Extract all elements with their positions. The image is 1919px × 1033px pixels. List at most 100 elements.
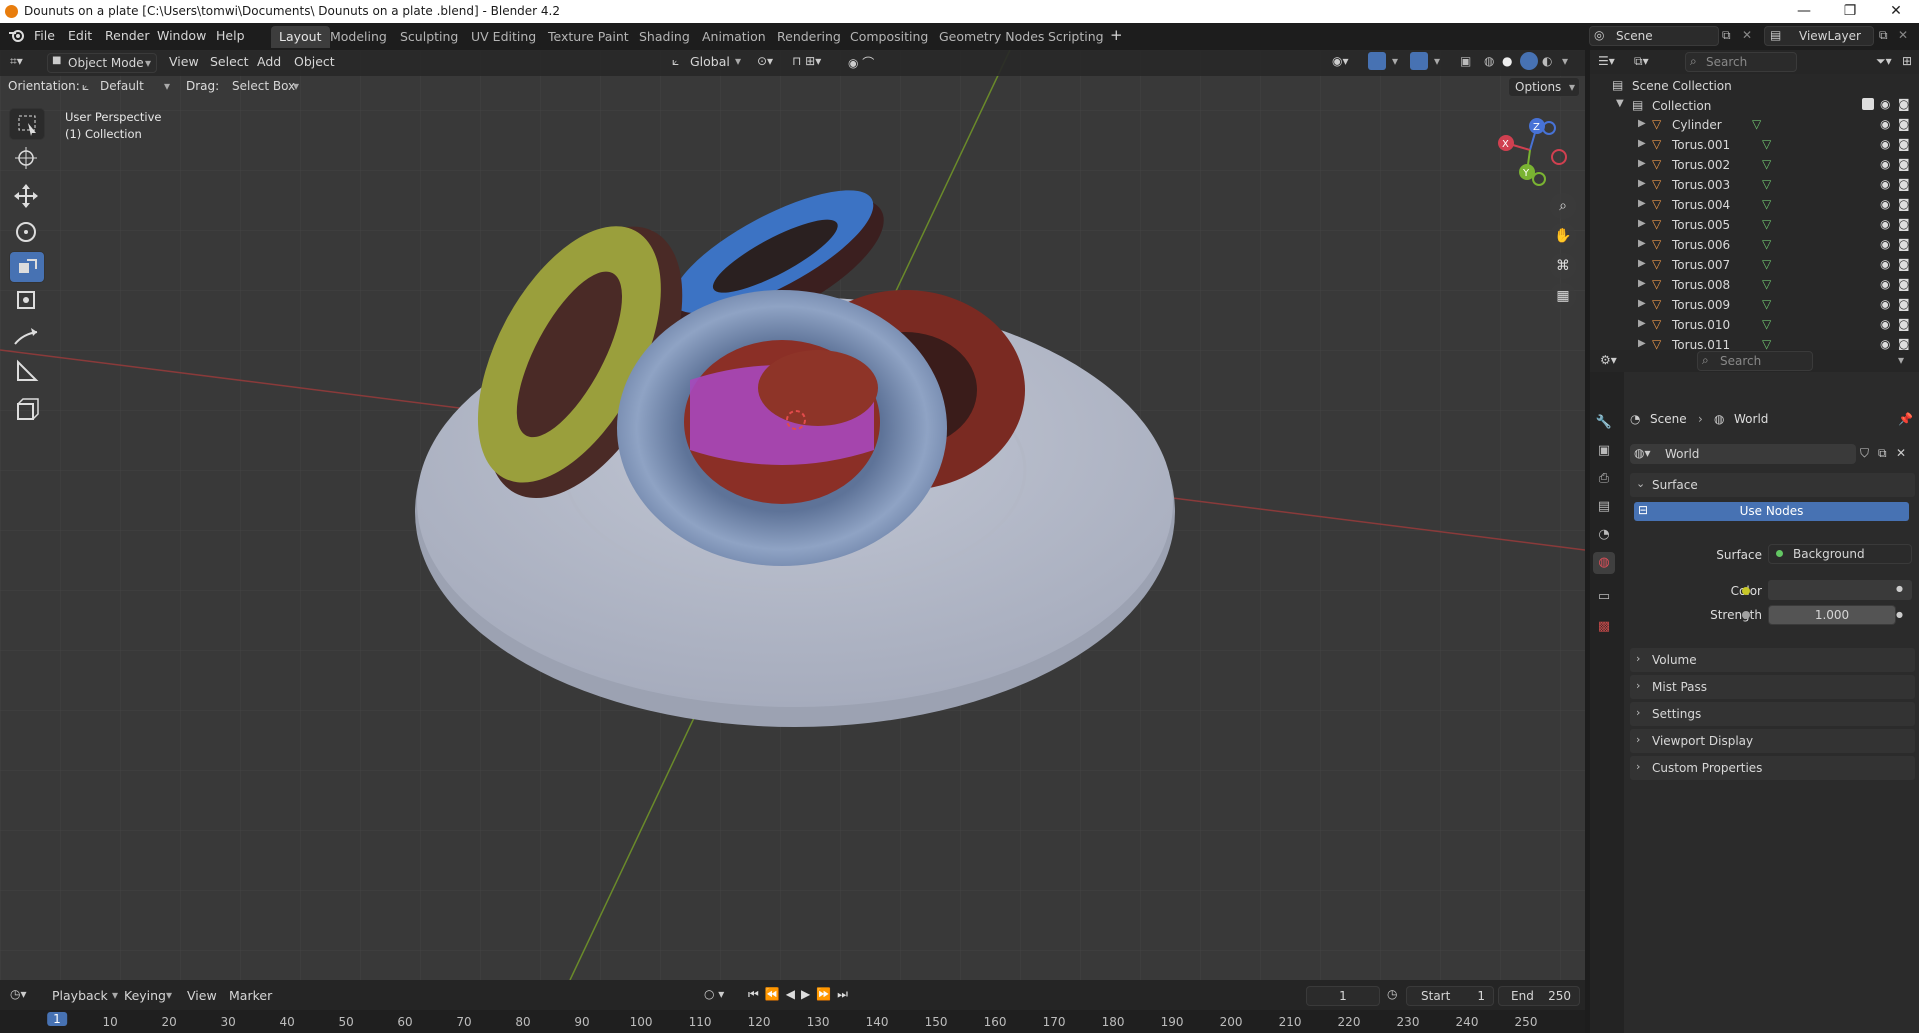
move-tool[interactable] (9, 181, 45, 213)
outliner-item[interactable]: ▶ ▽ Torus.008 ▽ ◉ ◙ (1590, 276, 1919, 296)
collection-tab-icon[interactable]: ▭ (1593, 586, 1615, 608)
mesh-data-icon[interactable]: ▽ (1762, 297, 1771, 311)
scene-tab-icon[interactable]: ◔ (1593, 524, 1615, 546)
display-mode-icon[interactable]: ⧉▾ (1634, 54, 1649, 69)
tool-tab-icon[interactable]: 🔧 (1593, 412, 1615, 434)
outliner-item[interactable]: ▶ ▽ Torus.005 ▽ ◉ ◙ (1590, 216, 1919, 236)
delete-scene-icon[interactable]: ✕ (1742, 28, 1752, 42)
transform-orientation[interactable]: Global (690, 54, 730, 69)
pan-hand-icon[interactable]: ✋ (1550, 223, 1576, 249)
outliner-editor-icon[interactable]: ☰▾ (1598, 54, 1615, 68)
camera-render-icon[interactable]: ◙ (1898, 177, 1910, 191)
eye-icon[interactable]: ◉ (1880, 237, 1890, 251)
solid-shading-icon[interactable]: ● (1502, 54, 1512, 68)
tab-compositing[interactable]: Compositing (842, 26, 936, 48)
color-swatch[interactable] (1768, 580, 1912, 600)
preview-range-icon[interactable]: ◷ (1387, 987, 1397, 1001)
shading-menu-icon[interactable]: ▾ (1562, 54, 1568, 68)
filter-icon[interactable]: ⏷▾ (1876, 54, 1892, 69)
menu-file[interactable]: File (34, 28, 55, 43)
add-workspace-button[interactable]: + (1110, 26, 1123, 44)
menu-select[interactable]: Select (210, 54, 249, 69)
outliner-collection[interactable]: ▼ ▤ Collection ◉ ◙ (1590, 96, 1919, 116)
menu-window[interactable]: Window (157, 28, 206, 43)
snap-icon[interactable]: ⊓ ⊞▾ (792, 54, 821, 68)
outliner-item[interactable]: ▶ ▽ Torus.006 ▽ ◉ ◙ (1590, 236, 1919, 256)
outliner-item[interactable]: ▶ ▽ Torus.003 ▽ ◉ ◙ (1590, 176, 1919, 196)
playback-controls-icon[interactable]: ⏮⏪◀▶⏩⏭ (748, 987, 854, 1002)
camera-render-icon[interactable]: ◙ (1898, 277, 1910, 291)
new-view-layer-icon[interactable]: ⧉ (1879, 28, 1888, 43)
keyframe-dot-icon[interactable]: ● (1896, 584, 1903, 593)
transform-tool[interactable] (9, 285, 45, 317)
mesh-data-icon[interactable]: ▽ (1762, 277, 1771, 291)
exclude-checkbox[interactable] (1862, 98, 1874, 110)
zoom-icon[interactable]: ⌕ (1550, 193, 1576, 219)
tab-geometry-nodes[interactable]: Geometry Nodes (931, 26, 1052, 48)
world-browse-icon[interactable]: ◍▾ (1634, 446, 1651, 460)
options-button[interactable]: Options ▾ (1508, 77, 1580, 97)
menu-help[interactable]: Help (216, 28, 245, 43)
outliner-item[interactable]: ▶ ▽ Torus.009 ▽ ◉ ◙ (1590, 296, 1919, 316)
camera-render-icon[interactable]: ◙ (1898, 97, 1910, 111)
tab-animation[interactable]: Animation (694, 26, 774, 48)
panel-header-mist-pass[interactable]: › Mist Pass (1630, 675, 1915, 699)
properties-search[interactable]: Search (1697, 351, 1813, 371)
ortho-toggle-icon[interactable]: ▦ (1550, 283, 1576, 309)
camera-render-icon[interactable]: ◙ (1898, 137, 1910, 151)
eye-icon[interactable]: ◉ (1880, 337, 1890, 351)
mesh-data-icon[interactable]: ▽ (1762, 317, 1771, 331)
mesh-data-icon[interactable]: ▽ (1762, 237, 1771, 251)
3d-viewport[interactable] (0, 50, 1585, 980)
wireframe-shading-icon[interactable]: ◍ (1484, 54, 1494, 68)
view-layer-tab-icon[interactable]: ▤ (1593, 496, 1615, 518)
eye-icon[interactable]: ◉ (1880, 117, 1890, 131)
render-tab-icon[interactable]: ▣ (1593, 440, 1615, 462)
duplicate-world-icon[interactable]: ⧉ (1878, 446, 1887, 461)
rotate-tool[interactable] (9, 217, 45, 249)
eye-icon[interactable]: ◉ (1880, 317, 1890, 331)
outliner-item[interactable]: ▶ ▽ Torus.010 ▽ ◉ ◙ (1590, 316, 1919, 336)
mesh-data-icon[interactable]: ▽ (1762, 217, 1771, 231)
tab-scripting[interactable]: Scripting (1040, 26, 1112, 48)
menu-add[interactable]: Add (257, 54, 281, 69)
expand-arrow-icon[interactable]: ▶ (1638, 338, 1646, 349)
expand-arrow-icon[interactable]: ▶ (1638, 118, 1646, 129)
new-scene-icon[interactable]: ⧉ (1722, 28, 1731, 43)
mesh-data-icon[interactable]: ▽ (1762, 157, 1771, 171)
mesh-data-icon[interactable]: ▽ (1762, 177, 1771, 191)
output-tab-icon[interactable]: ⎙ (1593, 468, 1615, 490)
properties-editor[interactable]: 🔧 ▣ ⎙ ▤ ◔ ◍ ▭ ▩ ◔ Scene › ◍ World 📌 Worl… (1590, 372, 1919, 1033)
delete-view-layer-icon[interactable]: ✕ (1898, 28, 1908, 42)
outliner-scene-collection[interactable]: ▤ Scene Collection (1590, 76, 1919, 96)
new-collection-icon[interactable]: ⊞ (1902, 54, 1912, 68)
outliner-search[interactable]: Search (1685, 52, 1797, 72)
start-frame-field[interactable]: Start 1 (1406, 986, 1494, 1006)
tab-uv-editing[interactable]: UV Editing (463, 26, 544, 48)
timeline-editor-icon[interactable]: ◷▾ (10, 987, 27, 1001)
end-frame-field[interactable]: End 250 (1498, 986, 1580, 1006)
menu-playback[interactable]: Playback (52, 988, 108, 1003)
camera-render-icon[interactable]: ◙ (1898, 217, 1910, 231)
current-frame-field[interactable]: 1 (1306, 986, 1380, 1006)
unlink-world-icon[interactable]: ✕ (1896, 446, 1906, 460)
strength-field[interactable]: 1.000 (1768, 605, 1896, 625)
properties-editor-icon[interactable]: ⚙▾ (1600, 353, 1617, 367)
annotate-tool[interactable] (9, 322, 45, 354)
drag-selector[interactable]: Select Box ▾ (226, 77, 302, 97)
eye-icon[interactable]: ◉ (1880, 137, 1890, 151)
collapse-icon[interactable]: ▼ (1616, 98, 1624, 109)
expand-arrow-icon[interactable]: ▶ (1638, 178, 1646, 189)
camera-render-icon[interactable]: ◙ (1898, 257, 1910, 271)
outliner-item[interactable]: ▶ ▽ Torus.007 ▽ ◉ ◙ (1590, 256, 1919, 276)
eye-icon[interactable]: ◉ (1880, 257, 1890, 271)
menu-object[interactable]: Object (294, 54, 335, 69)
cursor-tool[interactable] (9, 143, 45, 175)
eye-icon[interactable]: ◉ (1880, 97, 1890, 111)
expand-arrow-icon[interactable]: ▶ (1638, 198, 1646, 209)
rendered-shading-icon[interactable]: ◐ (1542, 54, 1552, 68)
editor-type-icon[interactable]: ⌗▾ (10, 54, 23, 69)
outliner-item[interactable]: ▶ ▽ Torus.001 ▽ ◉ ◙ (1590, 136, 1919, 156)
tab-shading[interactable]: Shading (631, 26, 698, 48)
mesh-data-icon[interactable]: ▽ (1752, 117, 1761, 131)
